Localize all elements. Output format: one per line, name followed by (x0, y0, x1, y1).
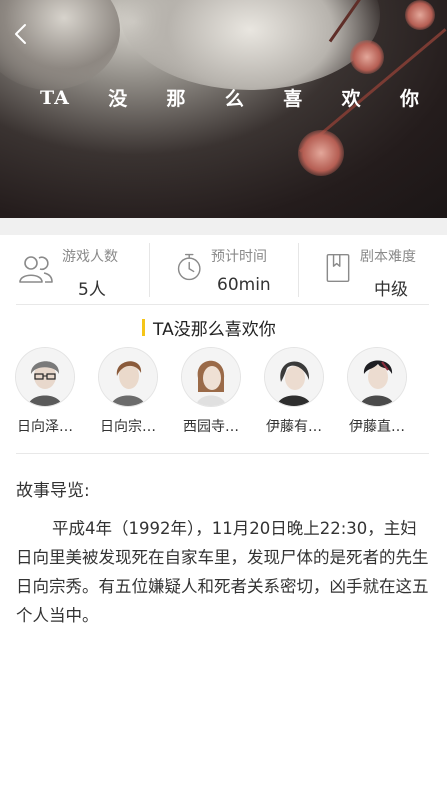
bookmark-book-icon (326, 253, 350, 283)
flower-decoration (350, 40, 384, 74)
lantern-decoration (120, 0, 380, 90)
stat-value: 中级 (374, 280, 408, 300)
hero-title-char: 喜 (283, 88, 304, 110)
hero-title-char: 欢 (341, 88, 362, 110)
stat-label: 预计时间 (211, 249, 267, 265)
title-accent-bar (142, 318, 145, 336)
flower-decoration (298, 130, 344, 176)
stat-player-count: 游戏人数 5人 (0, 235, 149, 303)
stat-value: 60min (217, 275, 271, 295)
script-title-text: TA没那么喜欢你 (153, 319, 276, 340)
stopwatch-icon (177, 253, 201, 281)
role-item[interactable]: 伊藤直… (336, 348, 418, 436)
role-name: 伊藤有… (266, 419, 322, 435)
stat-label: 游戏人数 (62, 249, 118, 265)
role-item[interactable]: 日向泽… (4, 348, 86, 436)
role-name: 日向宗… (100, 419, 156, 435)
role-item[interactable]: 西园寺… (170, 348, 252, 436)
hero-title: TA 没 那 么 喜 欢 你 (40, 84, 420, 111)
role-name: 西园寺… (183, 419, 239, 435)
hero-title-char: 么 (224, 88, 245, 110)
story-heading: 故事导览: (16, 481, 90, 501)
avatar (265, 348, 323, 406)
stats-row: 游戏人数 5人 预计时间 60min 剧本难度 中级 (0, 235, 447, 303)
role-name: 伊藤直… (349, 419, 405, 435)
script-title: TA没那么喜欢你 (142, 316, 276, 340)
divider (16, 304, 429, 305)
back-button[interactable] (8, 20, 36, 48)
avatar (182, 348, 240, 406)
stat-value: 5人 (78, 280, 106, 300)
avatar (99, 348, 157, 406)
story-body: 平成4年（1992年），11月20日晚上22:30，主妇日向里美被发现死在自家车… (16, 519, 429, 625)
users-icon (19, 256, 53, 283)
role-item[interactable]: 伊藤有… (253, 348, 335, 436)
hero-title-char: TA (40, 86, 70, 109)
hero-banner: TA 没 那 么 喜 欢 你 (0, 0, 447, 218)
role-item[interactable]: 日向宗… (87, 348, 169, 436)
hero-title-char: 没 (108, 88, 129, 110)
stat-difficulty: 剧本难度 中级 (298, 235, 447, 303)
section-spacer (0, 218, 447, 235)
avatar (16, 348, 74, 406)
avatar (348, 348, 406, 406)
stat-label: 剧本难度 (360, 249, 416, 265)
flower-decoration (405, 0, 435, 30)
role-name: 日向泽… (17, 419, 73, 435)
hero-title-char: 那 (166, 88, 187, 110)
divider (16, 453, 429, 454)
chevron-left-icon (15, 24, 26, 44)
stat-duration: 预计时间 60min (149, 235, 298, 303)
hero-title-char: 你 (399, 88, 420, 110)
role-list: 日向泽… 日向宗… 西园寺… 伊藤有… 伊藤直… (0, 348, 447, 443)
